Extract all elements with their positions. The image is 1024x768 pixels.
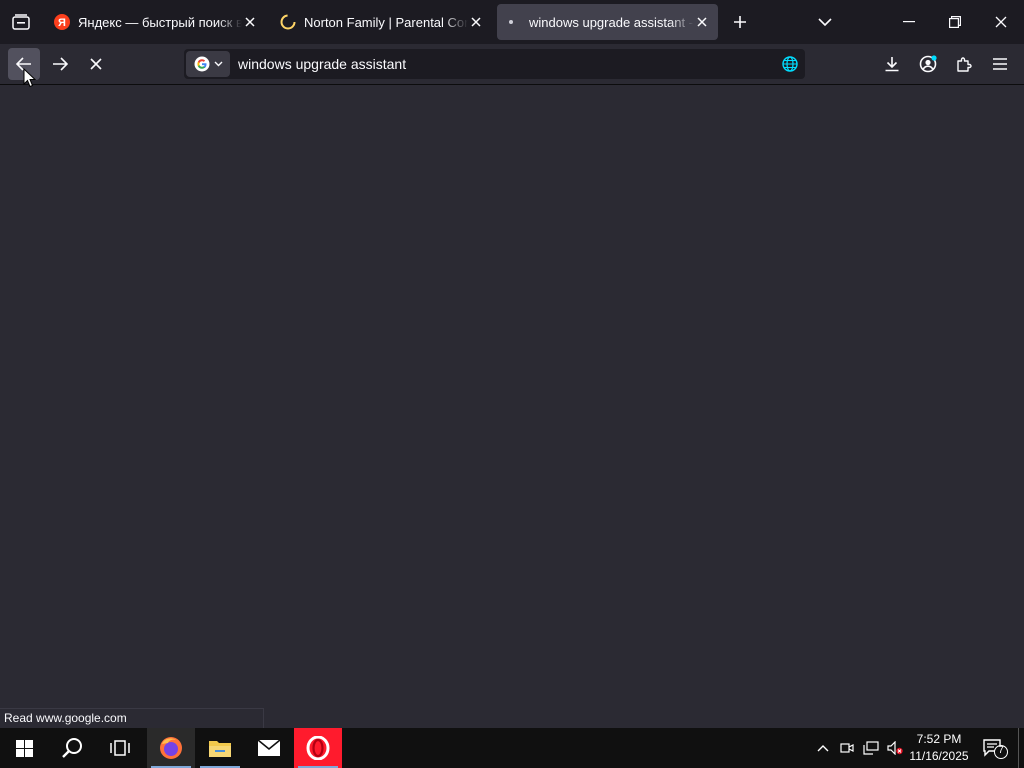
action-center-button[interactable]: 7 (978, 728, 1012, 768)
chevron-down-icon (818, 18, 832, 27)
volume-muted-icon[interactable] (884, 728, 906, 768)
system-clock[interactable]: 7:52 PM 11/16/2025 (904, 728, 974, 768)
yandex-icon: Я (54, 14, 70, 30)
close-icon (995, 16, 1007, 28)
search-icon (62, 738, 82, 758)
hamburger-menu-icon (993, 58, 1007, 70)
close-tab-icon[interactable] (468, 14, 484, 30)
opera-icon (306, 736, 330, 760)
start-button[interactable] (0, 728, 48, 768)
show-desktop-button[interactable] (1018, 728, 1024, 768)
tab-yandex[interactable]: Я Яндекс — быстрый поиск в интернете (46, 4, 266, 40)
windows-taskbar: 7:52 PM 11/16/2025 7 (0, 728, 1024, 768)
app-menu-button[interactable] (984, 48, 1016, 80)
folder-icon (209, 741, 231, 757)
network-icon[interactable] (860, 728, 882, 768)
account-icon (919, 55, 937, 73)
minimize-button[interactable] (886, 0, 932, 44)
tab-strip: Я Яндекс — быстрый поиск в интернете Nor… (0, 0, 1024, 44)
list-all-tabs-button[interactable] (805, 0, 845, 44)
globe-icon[interactable] (781, 55, 799, 73)
google-icon (194, 56, 209, 72)
task-view-icon (110, 740, 130, 756)
navigation-toolbar: windows upgrade assistant (0, 44, 1024, 85)
taskbar-mail[interactable] (245, 728, 293, 768)
meet-now-icon[interactable] (836, 728, 858, 768)
downloads-button[interactable] (876, 48, 908, 80)
search-engine-selector[interactable] (186, 51, 230, 77)
taskbar-file-explorer[interactable] (196, 728, 244, 768)
minimize-icon (903, 21, 915, 23)
plus-icon (734, 16, 746, 28)
restore-icon (949, 16, 961, 28)
windows-logo-icon (15, 739, 33, 757)
taskbar-opera[interactable] (294, 728, 342, 768)
mail-icon (257, 739, 281, 756)
svg-text:Я: Я (58, 17, 66, 29)
chevron-up-icon (817, 745, 829, 752)
new-tab-button[interactable] (720, 0, 760, 44)
task-view-button[interactable] (96, 728, 144, 768)
notification-count-badge: 7 (998, 745, 1004, 756)
tab-title: Яндекс — быстрый поиск в интернете (78, 14, 242, 30)
forward-button[interactable] (44, 48, 76, 80)
show-hidden-icons-button[interactable] (812, 728, 834, 768)
tab-title: windows upgrade assistant - Google Searc… (529, 14, 694, 30)
firefox-view-button[interactable] (0, 0, 42, 44)
clock-date: 11/16/2025 (909, 749, 969, 763)
loading-dot-icon (505, 14, 521, 30)
search-button[interactable] (48, 728, 96, 768)
close-tab-icon[interactable] (242, 14, 258, 30)
puzzle-icon (957, 57, 972, 72)
mouse-cursor-icon (23, 68, 37, 88)
extensions-button[interactable] (948, 48, 980, 80)
tab-google-search[interactable]: windows upgrade assistant - Google Searc… (497, 4, 718, 40)
taskbar-firefox[interactable] (147, 728, 195, 768)
account-button[interactable] (912, 48, 944, 80)
status-panel: Read www.google.com (0, 708, 264, 728)
tab-title: Norton Family | Parental Control (304, 14, 468, 30)
close-tab-icon[interactable] (694, 14, 710, 30)
stop-button[interactable] (80, 48, 112, 80)
url-input[interactable]: windows upgrade assistant (238, 56, 406, 72)
arrow-right-icon (53, 57, 68, 71)
chevron-down-icon (214, 61, 222, 67)
close-window-button[interactable] (978, 0, 1024, 44)
page-content (0, 86, 1024, 728)
firefox-view-icon (12, 14, 30, 30)
clock-time: 7:52 PM (916, 732, 962, 746)
restore-button[interactable] (932, 0, 978, 44)
stop-x-icon (90, 58, 102, 70)
firefox-icon (160, 737, 182, 759)
download-icon (885, 57, 899, 72)
tab-norton[interactable]: Norton Family | Parental Control (272, 4, 492, 40)
address-bar[interactable]: windows upgrade assistant (184, 49, 805, 79)
loading-spinner-icon (280, 14, 296, 30)
